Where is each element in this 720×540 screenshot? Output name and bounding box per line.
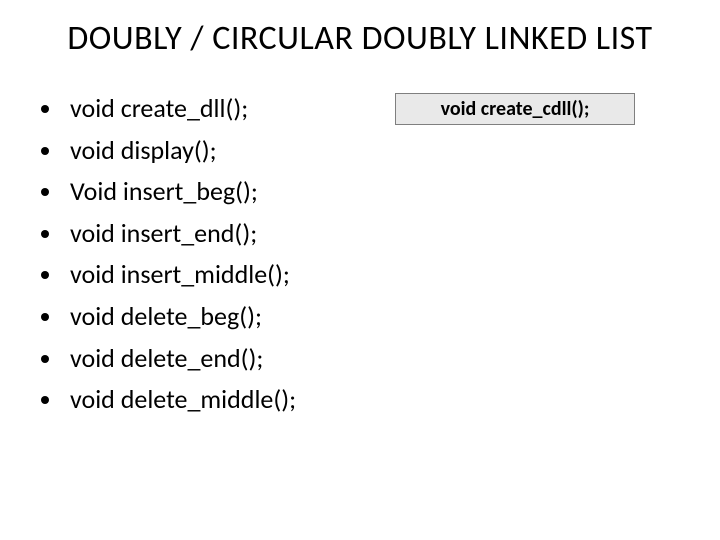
- callout-box: void create_cdll();: [395, 93, 635, 125]
- list-item: void delete_middle();: [64, 379, 380, 421]
- slide-title: DOUBLY / CIRCULAR DOUBLY LINKED LIST: [0, 18, 720, 59]
- list-item: void insert_middle();: [64, 254, 380, 296]
- list-item: void delete_end();: [64, 338, 380, 380]
- bullet-list: void create_dll(); void display(); Void …: [40, 88, 380, 421]
- list-item: Void insert_beg();: [64, 171, 380, 213]
- slide: DOUBLY / CIRCULAR DOUBLY LINKED LIST voi…: [0, 0, 720, 540]
- list-item: void delete_beg();: [64, 296, 380, 338]
- list-item: void display();: [64, 130, 380, 172]
- list-item: void create_dll();: [64, 88, 380, 130]
- list-item: void insert_end();: [64, 213, 380, 255]
- function-list: void create_dll(); void display(); Void …: [40, 88, 380, 421]
